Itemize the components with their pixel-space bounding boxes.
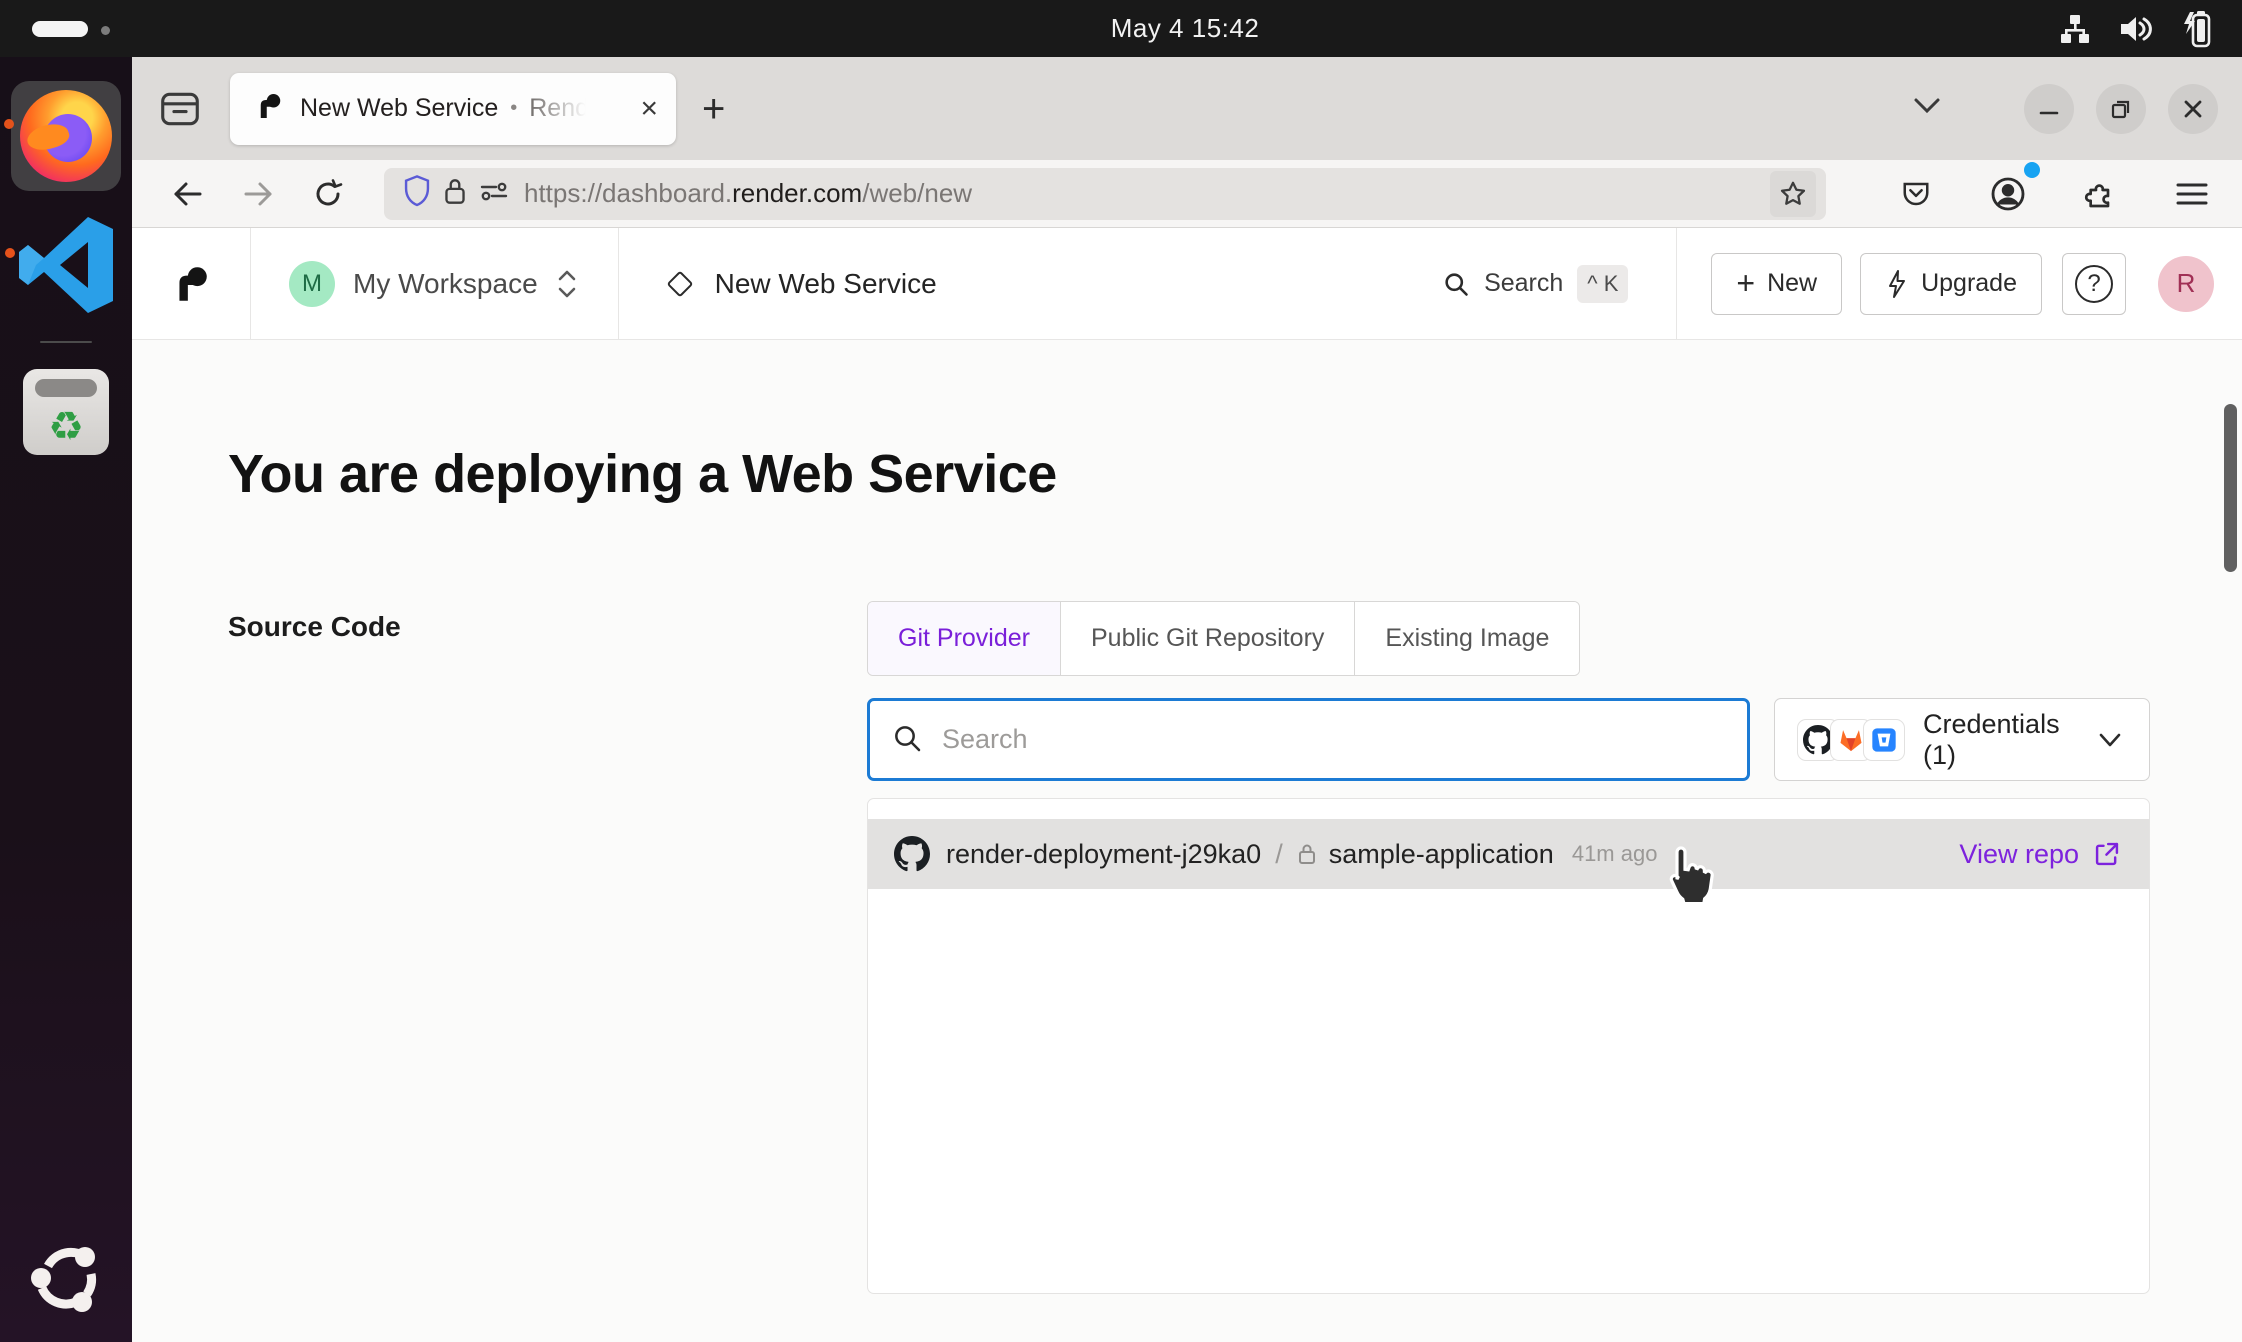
reload-button[interactable] (302, 168, 354, 220)
lock-icon[interactable] (442, 175, 468, 212)
ubuntu-dock: ♻ (0, 57, 132, 1342)
lightning-icon (1885, 269, 1909, 299)
dock-item-firefox[interactable] (11, 57, 121, 191)
system-clock[interactable]: May 4 15:42 (1111, 13, 1260, 44)
main-content: You are deploying a Web Service Source C… (132, 340, 2242, 1342)
url-bar[interactable]: https://dashboard.render.com/web/new (384, 168, 1826, 220)
upgrade-button[interactable]: Upgrade (1860, 253, 2042, 315)
repo-updated-time: 41m ago (1572, 841, 1658, 867)
private-lock-icon (1297, 842, 1317, 866)
workspace-chevrons-icon (556, 267, 578, 301)
global-search[interactable]: Search ^ K (1442, 265, 1628, 303)
workspace-avatar: M (289, 261, 335, 307)
page-scrollbar-thumb[interactable] (2224, 404, 2237, 572)
search-shortcut-badge: ^ K (1577, 265, 1628, 303)
close-window-button[interactable] (2168, 84, 2218, 134)
ubuntu-logo-icon (24, 1236, 108, 1320)
battery-icon (2180, 10, 2214, 48)
tab-existing-image[interactable]: Existing Image (1354, 602, 1579, 675)
account-notification-dot (2024, 162, 2040, 178)
search-icon (1442, 270, 1470, 298)
permissions-sliders-icon[interactable] (478, 178, 510, 209)
firefox-icon (20, 90, 112, 182)
tab-strip: New Web Service • Rend × + (132, 57, 2242, 160)
system-tray[interactable] (2058, 0, 2214, 57)
tab-git-provider[interactable]: Git Provider (868, 602, 1060, 675)
plus-icon: + (1736, 267, 1755, 299)
tab-close-icon[interactable]: × (640, 94, 658, 124)
account-icon[interactable] (1982, 168, 2034, 220)
firefox-running-indicator (4, 119, 14, 129)
service-diamond-icon (665, 269, 695, 299)
repo-row[interactable]: render-deployment-j29ka0 / sample-applic… (868, 819, 2149, 889)
user-avatar[interactable]: R (2158, 256, 2214, 312)
dock-item-ubuntu[interactable] (24, 1236, 108, 1320)
url-text[interactable]: https://dashboard.render.com/web/new (524, 178, 1770, 209)
extensions-puzzle-icon[interactable] (2074, 168, 2126, 220)
tab-title: New Web Service • Rend (300, 94, 634, 123)
help-button[interactable]: ? (2062, 253, 2126, 315)
github-icon (894, 836, 930, 872)
firefox-view-button[interactable] (154, 83, 206, 135)
repo-owner: render-deployment-j29ka0 (946, 839, 1261, 870)
bitbucket-icon (1863, 719, 1905, 761)
browser-tab-active[interactable]: New Web Service • Rend × (230, 73, 676, 145)
restore-button[interactable] (2096, 84, 2146, 134)
external-link-icon (2093, 840, 2121, 868)
render-logo-icon[interactable] (132, 263, 250, 305)
render-favicon (254, 91, 284, 126)
minimize-button[interactable] (2024, 84, 2074, 134)
repo-search-input[interactable] (867, 698, 1750, 781)
question-mark-icon: ? (2075, 265, 2113, 303)
workspace-selector[interactable]: M My Workspace (251, 261, 618, 307)
network-icon (2058, 12, 2092, 46)
page-title: New Web Service (715, 268, 937, 300)
system-top-bar: May 4 15:42 (0, 0, 2242, 57)
view-repo-link[interactable]: View repo (1959, 839, 2121, 870)
tracking-protection-shield-icon[interactable] (402, 174, 432, 213)
vscode-running-indicator (5, 248, 15, 258)
source-type-tabs: Git Provider Public Git Repository Exist… (867, 601, 1580, 676)
render-dashboard-page: M My Workspace New Web Service Search ^ … (132, 228, 2242, 1342)
bookmark-star-icon[interactable] (1770, 171, 1816, 217)
page-heading: You are deploying a Web Service (228, 443, 2150, 505)
volume-icon (2118, 12, 2154, 46)
back-button[interactable] (162, 168, 214, 220)
source-code-label: Source Code (228, 601, 867, 1294)
new-button[interactable]: + New (1711, 253, 1842, 315)
repo-name: sample-application (1329, 839, 1554, 870)
list-all-tabs-chevron-icon[interactable] (1908, 94, 1946, 123)
trash-lid (35, 379, 97, 397)
chevron-down-icon (2095, 730, 2125, 750)
firefox-window: New Web Service • Rend × + (132, 57, 2242, 1342)
recycle-icon: ♻ (48, 407, 84, 447)
vscode-icon (12, 215, 120, 315)
credentials-dropdown[interactable]: Credentials (1) (1774, 698, 2150, 781)
navigation-toolbar: https://dashboard.render.com/web/new (132, 160, 2242, 228)
pocket-icon[interactable] (1890, 168, 1942, 220)
dock-item-trash[interactable]: ♻ (23, 369, 109, 455)
activities-pill[interactable] (32, 21, 88, 37)
forward-button[interactable] (232, 168, 284, 220)
repo-list-panel: render-deployment-j29ka0 / sample-applic… (867, 798, 2150, 1294)
repo-search-icon (891, 722, 923, 759)
dock-divider (40, 341, 92, 343)
workspace-indicator-dot (101, 26, 110, 35)
tab-public-git-repository[interactable]: Public Git Repository (1060, 602, 1354, 675)
new-tab-button[interactable]: + (702, 89, 725, 129)
app-header: M My Workspace New Web Service Search ^ … (132, 228, 2242, 340)
menu-hamburger-icon[interactable] (2166, 168, 2218, 220)
dock-item-vscode[interactable] (12, 191, 120, 315)
